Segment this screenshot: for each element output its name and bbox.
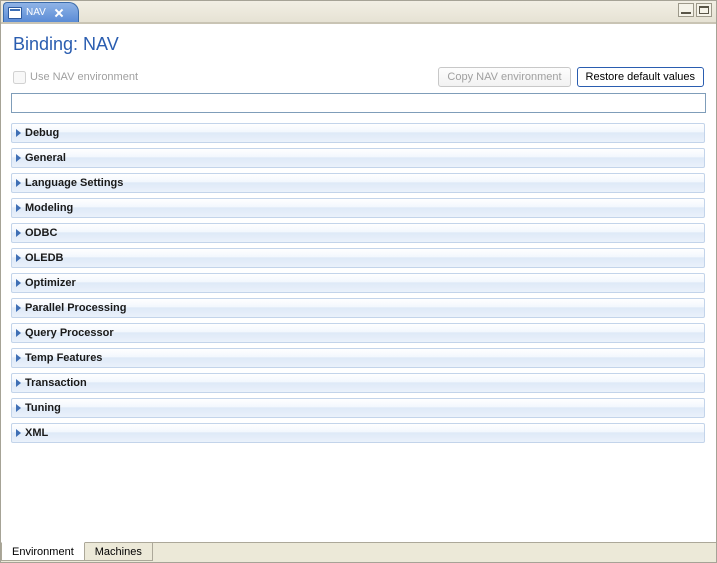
section-parallel-processing[interactable]: Parallel Processing (11, 298, 705, 318)
section-transaction[interactable]: Transaction (11, 373, 705, 393)
section-label: Language Settings (25, 177, 123, 189)
section-label: Temp Features (25, 352, 102, 364)
bottom-tab-environment[interactable]: Environment (1, 542, 85, 561)
section-label: Debug (25, 127, 59, 139)
section-modeling[interactable]: Modeling (11, 198, 705, 218)
restore-defaults-button[interactable]: Restore default values (577, 67, 704, 87)
form-icon (8, 7, 22, 19)
section-label: Parallel Processing (25, 302, 127, 314)
bottom-tab-machines[interactable]: Machines (85, 543, 153, 561)
expand-arrow-icon (16, 204, 21, 212)
section-odbc[interactable]: ODBC (11, 223, 705, 243)
section-optimizer[interactable]: Optimizer (11, 273, 705, 293)
expand-arrow-icon (16, 404, 21, 412)
section-label: XML (25, 427, 48, 439)
expand-arrow-icon (16, 129, 21, 137)
section-label: ODBC (25, 227, 57, 239)
maximize-icon[interactable] (696, 3, 712, 17)
section-label: Query Processor (25, 327, 114, 339)
section-label: OLEDB (25, 252, 64, 264)
expand-arrow-icon (16, 354, 21, 362)
section-label: Modeling (25, 202, 73, 214)
expand-arrow-icon (16, 179, 21, 187)
section-language-settings[interactable]: Language Settings (11, 173, 705, 193)
bottom-tab-label: Machines (95, 546, 142, 558)
minimize-icon[interactable] (678, 3, 694, 17)
section-label: Transaction (25, 377, 87, 389)
expand-arrow-icon (16, 329, 21, 337)
section-list: Debug General Language Settings Modeling ODB… (11, 123, 706, 538)
bottom-tab-bar: Environment Machines (1, 542, 716, 562)
section-debug[interactable]: Debug (11, 123, 705, 143)
section-tuning[interactable]: Tuning (11, 398, 705, 418)
window-frame: NAV Binding: NAV Use NAV environment Cop… (0, 0, 717, 563)
section-query-processor[interactable]: Query Processor (11, 323, 705, 343)
expand-arrow-icon (16, 429, 21, 437)
section-xml[interactable]: XML (11, 423, 705, 443)
close-icon[interactable] (54, 8, 64, 18)
editor-tab-nav[interactable]: NAV (3, 2, 79, 22)
expand-arrow-icon (16, 304, 21, 312)
section-temp-features[interactable]: Temp Features (11, 348, 705, 368)
use-nav-env-checkbox-input (13, 71, 26, 84)
titlebar: NAV (1, 1, 716, 23)
use-nav-env-checkbox: Use NAV environment (13, 71, 138, 84)
copy-nav-env-button: Copy NAV environment (438, 67, 570, 87)
expand-arrow-icon (16, 154, 21, 162)
section-label: Tuning (25, 402, 61, 414)
filter-input[interactable] (11, 93, 706, 113)
section-oledb[interactable]: OLEDB (11, 248, 705, 268)
section-label: Optimizer (25, 277, 76, 289)
section-general[interactable]: General (11, 148, 705, 168)
section-label: General (25, 152, 66, 164)
expand-arrow-icon (16, 379, 21, 387)
bottom-tab-label: Environment (12, 546, 74, 558)
toolbar: Use NAV environment Copy NAV environment… (13, 67, 704, 87)
expand-arrow-icon (16, 279, 21, 287)
content-area: Binding: NAV Use NAV environment Copy NA… (1, 23, 716, 542)
expand-arrow-icon (16, 229, 21, 237)
editor-tab-label: NAV (26, 7, 46, 18)
window-controls (678, 3, 712, 17)
use-nav-env-label: Use NAV environment (30, 71, 138, 83)
expand-arrow-icon (16, 254, 21, 262)
page-title: Binding: NAV (13, 34, 706, 55)
